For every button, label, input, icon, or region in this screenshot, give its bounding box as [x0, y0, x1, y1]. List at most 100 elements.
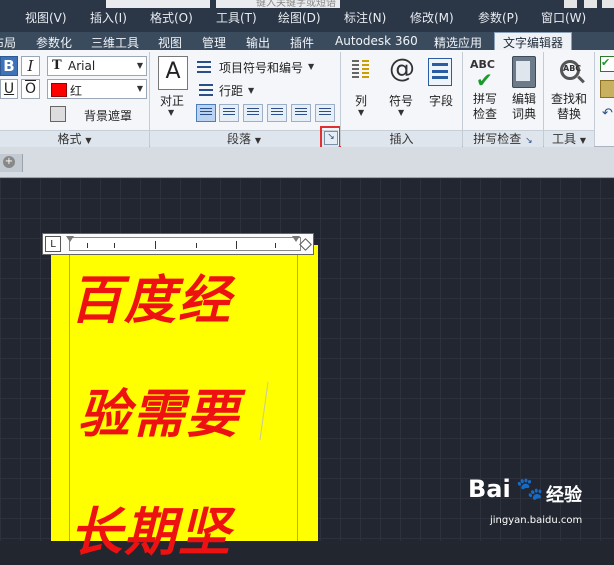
chevron-down-icon: ▼ [579, 136, 586, 145]
tools-panel-title[interactable]: 工具 ▼ [544, 130, 594, 147]
line-spacing-label[interactable]: 行距 [219, 82, 243, 99]
menu-view[interactable]: 视图(V) [25, 9, 67, 26]
ruler-tick [114, 243, 115, 248]
spellcheck-panel-title[interactable]: 拼写检查 ↘ [463, 130, 543, 147]
symbol-label[interactable]: 符号 [389, 92, 413, 109]
mtext-ruler[interactable]: L [42, 233, 314, 255]
right-indent-marker[interactable] [292, 236, 300, 242]
columns-label[interactable]: 列 [355, 92, 367, 109]
ruler-bar[interactable] [66, 236, 301, 251]
chevron-down-icon: ▼ [308, 62, 315, 71]
mtext-line-2[interactable]: 验需要 [78, 372, 240, 447]
document-tab-strip: + [0, 147, 614, 178]
tab-plugins[interactable]: 插件 [290, 34, 314, 51]
menu-dimension[interactable]: 标注(N) [344, 9, 386, 26]
color-select[interactable]: 红 ▼ [47, 79, 147, 99]
tab-stop-button[interactable]: L [45, 236, 61, 252]
ruler-tick [87, 243, 88, 248]
ruler-tick [236, 241, 237, 249]
paragraph-panel-title[interactable]: 段落 ▼ [150, 130, 338, 147]
find-replace-button[interactable]: 查找和 替换 [548, 92, 590, 122]
format-title-text: 格式 [57, 132, 82, 146]
mtext-line-3[interactable]: 长期坚 [70, 490, 232, 565]
menu-insert[interactable]: 插入(I) [90, 9, 127, 26]
spell-check-label-1: 拼写 [472, 92, 497, 106]
background-mask-label[interactable]: 背景遮罩 [84, 107, 132, 124]
menu-format[interactable]: 格式(O) [150, 9, 193, 26]
tab-output[interactable]: 输出 [246, 34, 270, 51]
undo-icon[interactable]: ↶ [602, 106, 613, 121]
columns-icon [352, 58, 370, 84]
menu-draw[interactable]: 绘图(D) [278, 9, 321, 26]
first-indent-marker[interactable] [66, 236, 74, 242]
align-center-icon [247, 108, 259, 118]
justify-icon[interactable]: A [158, 56, 188, 90]
edit-dictionary-button[interactable]: 编辑 词典 [509, 92, 539, 122]
ribbon-tab-bar: 布局 参数化 三维工具 视图 管理 输出 插件 Autodesk 360 精选应… [0, 32, 614, 52]
ruler-tick [155, 241, 156, 249]
tab-parametric[interactable]: 参数化 [36, 34, 72, 51]
align-right-button[interactable] [267, 104, 287, 122]
menu-window[interactable]: 窗口(W) [541, 9, 586, 26]
align-center-button[interactable] [243, 104, 263, 122]
overline-button[interactable]: O [21, 79, 40, 99]
watermark-brand: Bai [468, 475, 511, 503]
align-distribute-icon [319, 108, 331, 118]
divider [594, 52, 595, 146]
user-icon[interactable] [564, 0, 577, 8]
search-placeholder: 键入关键字或短语 [256, 0, 336, 9]
ruler-tick [196, 243, 197, 248]
help-icon[interactable] [602, 0, 614, 8]
font-select[interactable]: T Arial ▼ [47, 56, 147, 76]
chevron-down-icon: ▼ [136, 84, 143, 93]
tab-featured-apps[interactable]: 精选应用 [434, 34, 482, 51]
quick-access-toolbar[interactable] [106, 0, 210, 8]
chevron-down-icon: ▼ [136, 61, 143, 70]
new-tab-button[interactable]: + [0, 154, 23, 172]
tab-manage[interactable]: 管理 [202, 34, 226, 51]
align-default-button[interactable] [196, 104, 216, 122]
tab-autodesk-360[interactable]: Autodesk 360 [335, 34, 418, 48]
chevron-down-icon: ▼ [168, 108, 175, 117]
edit-dictionary-label-1: 编辑 [511, 92, 536, 106]
align-justify-button[interactable] [291, 104, 311, 122]
search-input[interactable]: 键入关键字或短语 [216, 0, 340, 9]
menu-parametric[interactable]: 参数(P) [478, 9, 519, 26]
tab-view[interactable]: 视图 [158, 34, 182, 51]
font-value: Arial [68, 59, 96, 73]
dialog-launcher-icon: ↘ [525, 136, 533, 146]
chevron-down-icon: ▼ [358, 108, 365, 117]
find-replace-label-2: 替换 [556, 107, 581, 121]
mtext-line-1[interactable]: 百度经 [70, 258, 232, 333]
menu-modify[interactable]: 修改(M) [410, 9, 454, 26]
checkbox-icon[interactable]: ✔ [600, 56, 614, 72]
ruler-width-handle[interactable] [299, 238, 312, 251]
menu-tools[interactable]: 工具(T) [216, 9, 257, 26]
italic-button[interactable]: I [21, 56, 40, 76]
ruler-icon[interactable] [600, 80, 614, 98]
exchange-icon[interactable] [584, 0, 597, 8]
background-mask-icon[interactable] [50, 106, 66, 122]
align-left-button[interactable] [219, 104, 239, 122]
watermark-brand-suffix: 经验 [546, 485, 582, 506]
spell-check-button[interactable]: 拼写 检查 [470, 92, 500, 122]
ruler-tick [275, 243, 276, 248]
align-distribute-button[interactable] [315, 104, 335, 122]
bold-button[interactable]: B [0, 56, 18, 76]
underline-button[interactable]: U [0, 79, 18, 99]
format-panel-title[interactable]: 格式 ▼ [0, 130, 149, 147]
spellcheck-title-text: 拼写检查 [473, 132, 522, 146]
tab-layout[interactable]: 布局 [0, 34, 16, 51]
plus-icon: + [3, 156, 15, 168]
field-label[interactable]: 字段 [429, 92, 453, 109]
watermark: Bai 🐾 经验 jingyan.baidu.com [468, 475, 582, 526]
bullets-label[interactable]: 项目符号和编号 [219, 59, 303, 76]
mtext-right-margin [297, 245, 298, 541]
chevron-down-icon: ▼ [398, 108, 405, 117]
justify-label[interactable]: 对正 [160, 92, 184, 109]
align-left-icon [223, 108, 235, 118]
align-justify-icon [295, 108, 307, 118]
paw-icon: 🐾 [516, 477, 544, 502]
tab-3d-tools[interactable]: 三维工具 [91, 34, 139, 51]
tab-text-editor[interactable]: 文字编辑器 [494, 32, 573, 52]
